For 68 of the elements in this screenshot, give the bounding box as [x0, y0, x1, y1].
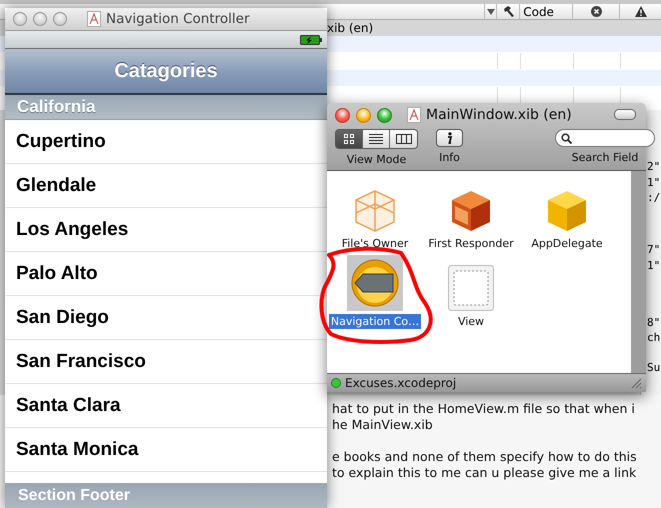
view-mode-button[interactable]: [336, 130, 363, 148]
warning-icon: [634, 6, 647, 17]
info-button[interactable]: [436, 129, 463, 147]
document-icon: [87, 11, 101, 27]
object-label[interactable]: File's Owner: [340, 236, 410, 251]
window-button[interactable]: [335, 108, 350, 122]
table-row[interactable]: Santa Clara: [5, 384, 327, 428]
hammer-icon: [502, 5, 515, 18]
status-indicator-icon: [331, 378, 341, 388]
question-text: e books and none of them specify how to do this: [332, 449, 638, 465]
code-text: 1": [647, 259, 660, 272]
window-title: MainWindow.xib (en): [426, 107, 572, 123]
object-label[interactable]: First Responder: [426, 236, 516, 251]
wireframe-cube-icon: [355, 190, 395, 232]
object-label[interactable]: Navigation Co…: [328, 314, 422, 329]
toolbar-label: Search Field: [572, 151, 638, 164]
code-text: 2": [647, 160, 660, 173]
list-view-icon: [369, 133, 383, 145]
row-label: San Diego: [16, 306, 109, 328]
navigation-title: Catagories: [114, 60, 218, 82]
error-icon: [590, 6, 602, 17]
object-label[interactable]: View: [456, 314, 486, 329]
cube-icon: [548, 191, 586, 231]
code-text: 7": [647, 243, 660, 256]
code-text: 8": [647, 316, 660, 329]
row-label: Santa Clara: [16, 394, 121, 416]
code-text: ch: [647, 331, 660, 344]
object-label[interactable]: AppDelegate: [529, 236, 605, 251]
row-label: Cupertino: [16, 130, 106, 152]
view-mode-button[interactable]: [390, 130, 417, 148]
question-text: hat to put in the HomeView.m file so that when i: [332, 401, 636, 417]
row-label: Palo Alto: [16, 262, 98, 284]
search-field[interactable]: [555, 129, 655, 147]
project-name: Excuses.xcodeproj: [345, 376, 456, 390]
row-label: San Francisco: [16, 350, 146, 372]
row-label: Santa Monica: [16, 438, 138, 460]
question-text: to explain this to me can u please give me a link: [332, 465, 638, 481]
footer-title: Section Footer: [18, 486, 130, 504]
view-mode-button[interactable]: [363, 130, 390, 148]
table-row[interactable]: Palo Alto: [5, 252, 327, 296]
responder-cube-icon: [452, 191, 490, 231]
info-icon: [446, 132, 453, 144]
window-button[interactable]: [377, 108, 392, 122]
navigation-controller-icon: [347, 255, 403, 311]
column-header[interactable]: Code: [523, 4, 554, 18]
view-icon: [448, 265, 494, 311]
search-icon: [561, 132, 572, 144]
resize-grip-icon[interactable]: [630, 377, 642, 389]
window-title: Navigation Controller: [106, 11, 250, 27]
segmented-control[interactable]: [335, 129, 418, 149]
window-button[interactable]: [356, 108, 371, 122]
row-label: Glendale: [16, 174, 96, 196]
document-icon: [407, 107, 421, 123]
question-text: he MainView.xib: [332, 417, 434, 433]
dropdown-arrow-icon[interactable]: [486, 6, 496, 16]
battery-icon: [300, 34, 322, 44]
column-view-icon: [396, 133, 412, 145]
toolbar-label: View Mode: [346, 153, 406, 166]
code-text: :/: [647, 191, 660, 204]
group-row-label: xib (en): [327, 21, 374, 35]
code-text: Su: [647, 361, 660, 374]
section-title: California: [17, 97, 96, 117]
code-text: 1": [647, 176, 660, 189]
row-label: Los Angeles: [16, 218, 128, 240]
table-row[interactable]: Santa Monica: [5, 428, 327, 472]
toolbar-label: Info: [439, 151, 460, 164]
icon-view-icon: [343, 133, 355, 145]
toolbar-toggle-button[interactable]: [614, 109, 636, 120]
